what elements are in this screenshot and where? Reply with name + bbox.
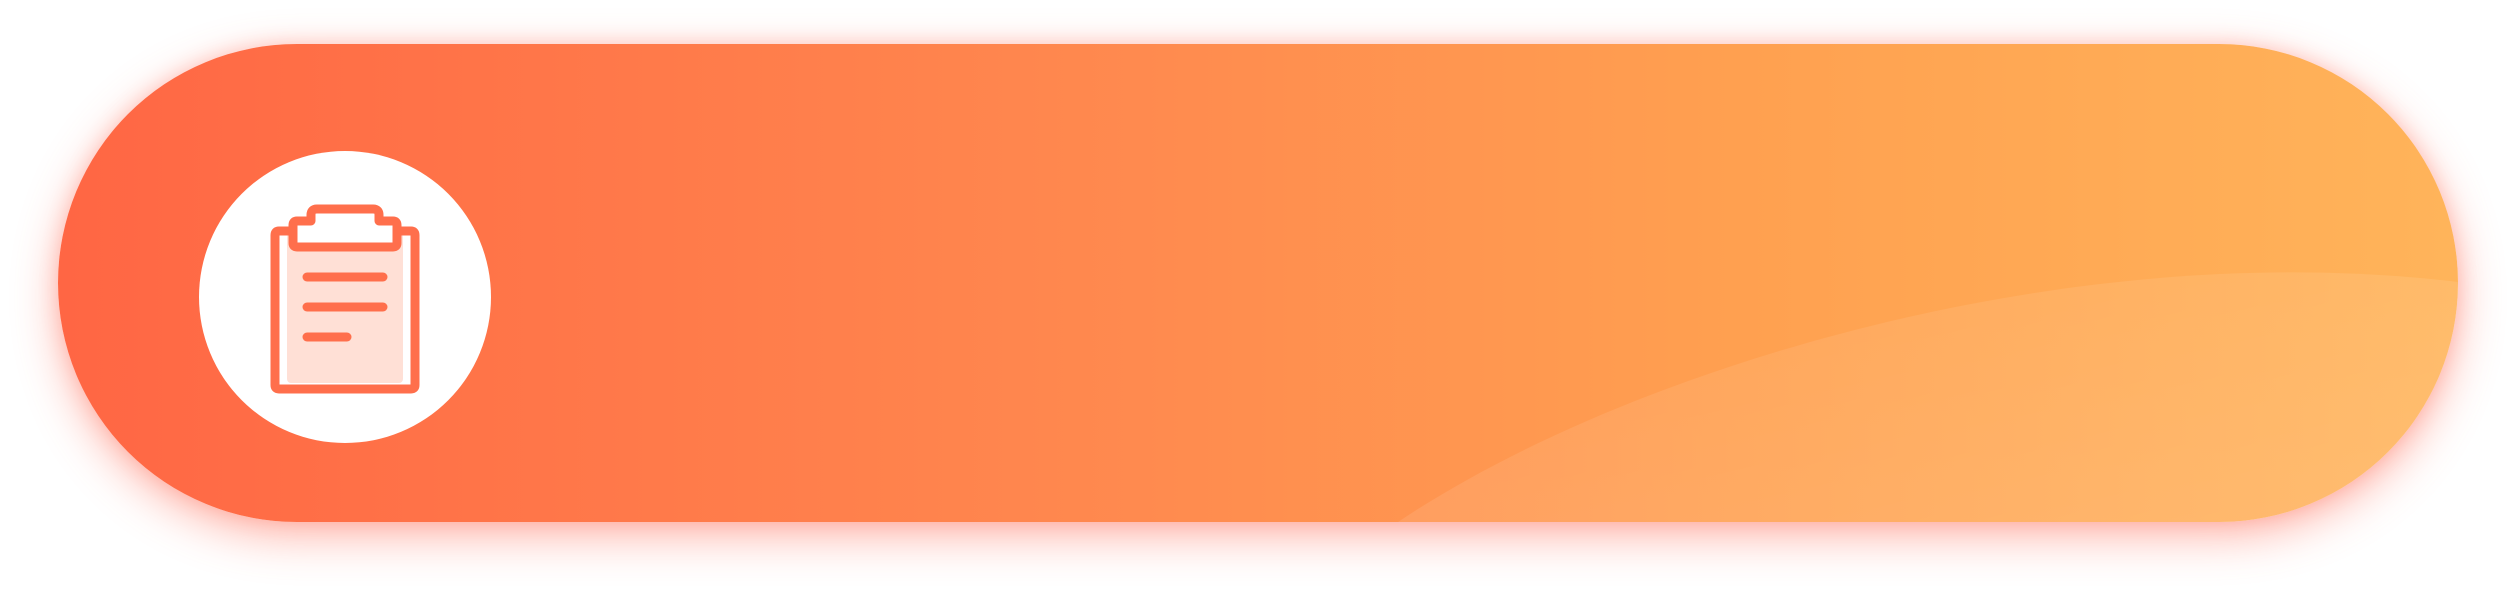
stage	[0, 0, 2520, 600]
banner-card	[58, 44, 2458, 522]
clipboard-icon-badge	[199, 151, 491, 443]
clipboard-list-icon	[270, 204, 420, 394]
